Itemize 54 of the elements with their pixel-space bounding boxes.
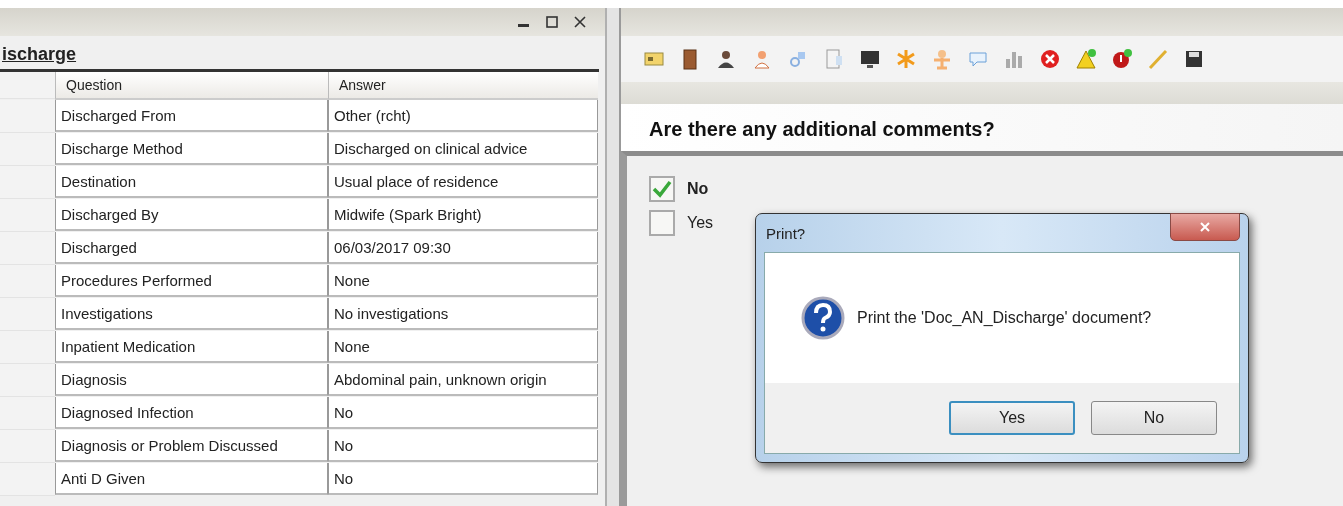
checkmark-icon [652, 180, 672, 198]
table-cell: Discharged By [55, 199, 328, 231]
dialog-title: Print? [765, 224, 806, 242]
table-cell: Other (rcht) [328, 100, 598, 132]
baby-icon[interactable] [931, 48, 953, 70]
table-cell: 06/03/2017 09:30 [328, 232, 598, 264]
column-header[interactable]: Question [55, 72, 328, 100]
column-header[interactable]: Answer [328, 72, 598, 100]
table-cell: Diagnosed Infection [55, 397, 328, 429]
table-cell: Discharged on clinical advice [328, 133, 598, 165]
error-icon[interactable] [1039, 48, 1061, 70]
table-cell: Diagnosis [55, 364, 328, 396]
table-cell: Procedures Performed [55, 265, 328, 297]
table-cell: Anti D Given [55, 463, 328, 495]
person-icon[interactable] [715, 48, 737, 70]
table-cell: Abdominal pain, unknown origin [328, 364, 598, 396]
table-cell: No [328, 463, 598, 495]
question-heading: Are there any additional comments? [621, 104, 1343, 151]
checkbox[interactable] [649, 210, 675, 236]
table-cell: Discharged From [55, 100, 328, 132]
close-icon [1199, 221, 1211, 233]
dialog-button[interactable]: Yes [949, 401, 1075, 435]
table-cell: Discharged [55, 232, 328, 264]
splitter-bar[interactable] [605, 8, 621, 506]
table-cell: No [328, 397, 598, 429]
asterisk-icon[interactable] [895, 48, 917, 70]
option-label: No [687, 180, 709, 198]
dialog-button[interactable]: No [1091, 401, 1217, 435]
table-cell: Destination [55, 166, 328, 198]
person-outline-icon[interactable] [751, 48, 773, 70]
close-button[interactable] [1170, 213, 1240, 241]
question-icon [801, 296, 845, 340]
close-icon[interactable] [573, 15, 587, 29]
table-cell: None [328, 265, 598, 297]
table-cell: Inpatient Medication [55, 331, 328, 363]
warning-icon[interactable] [1075, 48, 1097, 70]
pencil-icon[interactable] [1147, 48, 1169, 70]
checkbox[interactable] [649, 176, 675, 202]
option-label: Yes [687, 214, 714, 232]
table-cell: Discharge Method [55, 133, 328, 165]
monitor-icon[interactable] [859, 48, 881, 70]
table-cell: No [328, 430, 598, 462]
maximize-icon[interactable] [545, 15, 559, 29]
form-title: ischarge [1, 43, 78, 66]
alert-icon[interactable] [1111, 48, 1133, 70]
table-cell: Usual place of residence [328, 166, 598, 198]
document-icon[interactable] [823, 48, 845, 70]
table-cell: Investigations [55, 298, 328, 330]
table-cell: Diagnosis or Problem Discussed [55, 430, 328, 462]
dialog-message: Print the 'Doc_AN_Discharge' document? [857, 309, 1152, 327]
table-cell: None [328, 331, 598, 363]
table-cell: Midwife (Spark Bright) [328, 199, 598, 231]
table-cell: No investigations [328, 298, 598, 330]
save-icon[interactable] [1183, 48, 1205, 70]
